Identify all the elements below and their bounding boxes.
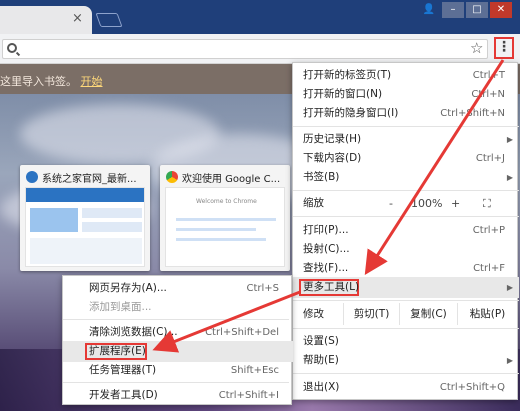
preview-line xyxy=(176,238,266,241)
zoom-level: 100% xyxy=(411,197,443,210)
more-tools-submenu: 网页另存为(A)... Ctrl+S 添加到桌面... 清除浏览数据(C)... C… xyxy=(62,275,293,406)
copy-button[interactable]: 复制(C) xyxy=(399,303,457,325)
tile-preview: Welcome to Chrome xyxy=(165,187,285,267)
menu-item-new-tab[interactable]: 打开新的标签页(T) Ctrl+T xyxy=(293,65,519,86)
bookmark-start-link[interactable]: 开始 xyxy=(81,75,103,88)
menu-separator xyxy=(293,216,519,217)
new-tab-button[interactable] xyxy=(95,13,123,27)
preview-heading: Welcome to Chrome xyxy=(196,198,257,205)
menu-item-bookmarks[interactable]: 书签(B) ▶ xyxy=(293,167,519,188)
submenu-item-extensions[interactable]: 扩展程序(E) xyxy=(63,341,293,362)
star-icon[interactable]: ☆ xyxy=(470,38,483,58)
preview-line xyxy=(176,228,256,231)
menu-item-help[interactable]: 帮助(E) ▶ xyxy=(293,350,519,371)
menu-item-downloads[interactable]: 下载内容(D) Ctrl+J xyxy=(293,148,519,169)
menu-zoom-row: 缩放 - 100% + ⛶ xyxy=(293,193,519,214)
tab-close-icon[interactable]: × xyxy=(72,12,83,25)
close-button[interactable]: ✕ xyxy=(490,2,512,18)
menu-item-print[interactable]: 打印(P)... Ctrl+P xyxy=(293,220,519,241)
menu-item-new-window[interactable]: 打开新的窗口(N) Ctrl+N xyxy=(293,84,519,105)
kebab-menu-icon[interactable]: ⋮ xyxy=(494,37,514,59)
zoom-in-button[interactable]: + xyxy=(451,193,460,214)
submenu-item-add-to-desktop[interactable]: 添加到桌面... xyxy=(63,297,293,318)
menu-separator xyxy=(293,126,519,127)
preview-block xyxy=(30,238,142,264)
preview-block xyxy=(82,222,142,232)
menu-item-more-tools[interactable]: 更多工具(L) ▶ xyxy=(293,277,519,298)
chevron-right-icon: ▶ xyxy=(506,135,513,144)
submenu-item-save-page[interactable]: 网页另存为(A)... Ctrl+S xyxy=(63,278,293,299)
maximize-button[interactable]: □ xyxy=(466,2,488,18)
tile-title: 欢迎使用 Google C... xyxy=(182,174,281,185)
menu-item-find[interactable]: 查找(F)... Ctrl+F xyxy=(293,258,519,279)
menu-separator xyxy=(293,328,519,329)
zoom-out-button[interactable]: - xyxy=(389,193,393,214)
submenu-item-clear-data[interactable]: 清除浏览数据(C)... Ctrl+Shift+Del xyxy=(63,322,293,343)
title-bar: × 👤 – □ ✕ xyxy=(0,0,520,34)
fullscreen-icon[interactable]: ⛶ xyxy=(483,193,491,214)
menu-item-settings[interactable]: 设置(S) xyxy=(293,331,519,352)
preview-block xyxy=(30,208,78,232)
preview-block xyxy=(82,208,142,218)
menu-item-incognito[interactable]: 打开新的隐身窗口(I) Ctrl+Shift+N xyxy=(293,103,519,124)
menu-separator xyxy=(293,373,519,374)
paste-button[interactable]: 粘贴(P) xyxy=(457,303,517,325)
menu-item-history[interactable]: 历史记录(H) ▶ xyxy=(293,129,519,150)
address-bar[interactable] xyxy=(2,39,488,59)
chrome-main-menu: 打开新的标签页(T) Ctrl+T 打开新的窗口(N) Ctrl+N 打开新的隐身窗… xyxy=(292,62,519,400)
edit-label: 修改 xyxy=(303,308,324,320)
chevron-right-icon: ▶ xyxy=(506,283,513,292)
menu-separator xyxy=(63,319,289,320)
tile-preview xyxy=(25,187,145,267)
site-logo-icon xyxy=(26,171,38,183)
chevron-right-icon: ▶ xyxy=(506,356,513,365)
menu-item-exit[interactable]: 退出(X) Ctrl+Shift+Q xyxy=(293,377,519,398)
submenu-item-task-manager[interactable]: 任务管理器(T) Shift+Esc xyxy=(63,360,293,381)
submenu-item-devtools[interactable]: 开发者工具(D) Ctrl+Shift+I xyxy=(63,385,293,406)
minimize-button[interactable]: – xyxy=(442,2,464,18)
menu-separator xyxy=(293,190,519,191)
menu-edit-row: 修改 剪切(T) 复制(C) 粘贴(P) xyxy=(293,303,519,325)
cut-button[interactable]: 剪切(T) xyxy=(343,303,399,325)
preview-line xyxy=(176,218,276,221)
tile-title: 系统之家官网_最新... xyxy=(42,174,137,185)
bookmark-prompt: 这里导入书签。 开始 xyxy=(0,73,103,89)
user-icon[interactable]: 👤 xyxy=(418,2,440,18)
bookmark-prompt-text: 这里导入书签。 xyxy=(0,75,77,88)
chrome-icon xyxy=(166,171,178,183)
active-tab[interactable]: × xyxy=(0,6,92,34)
preview-header xyxy=(26,188,144,202)
most-visited-tile[interactable]: 欢迎使用 Google C... Welcome to Chrome xyxy=(160,165,290,271)
chevron-right-icon: ▶ xyxy=(506,173,513,182)
menu-item-cast[interactable]: 投射(C)... xyxy=(293,239,519,260)
menu-separator xyxy=(63,382,289,383)
search-icon xyxy=(7,43,17,53)
menu-separator xyxy=(293,300,519,301)
most-visited-tile[interactable]: 系统之家官网_最新... xyxy=(20,165,150,271)
toolbar xyxy=(0,34,520,64)
window-controls: 👤 – □ ✕ xyxy=(418,2,512,18)
